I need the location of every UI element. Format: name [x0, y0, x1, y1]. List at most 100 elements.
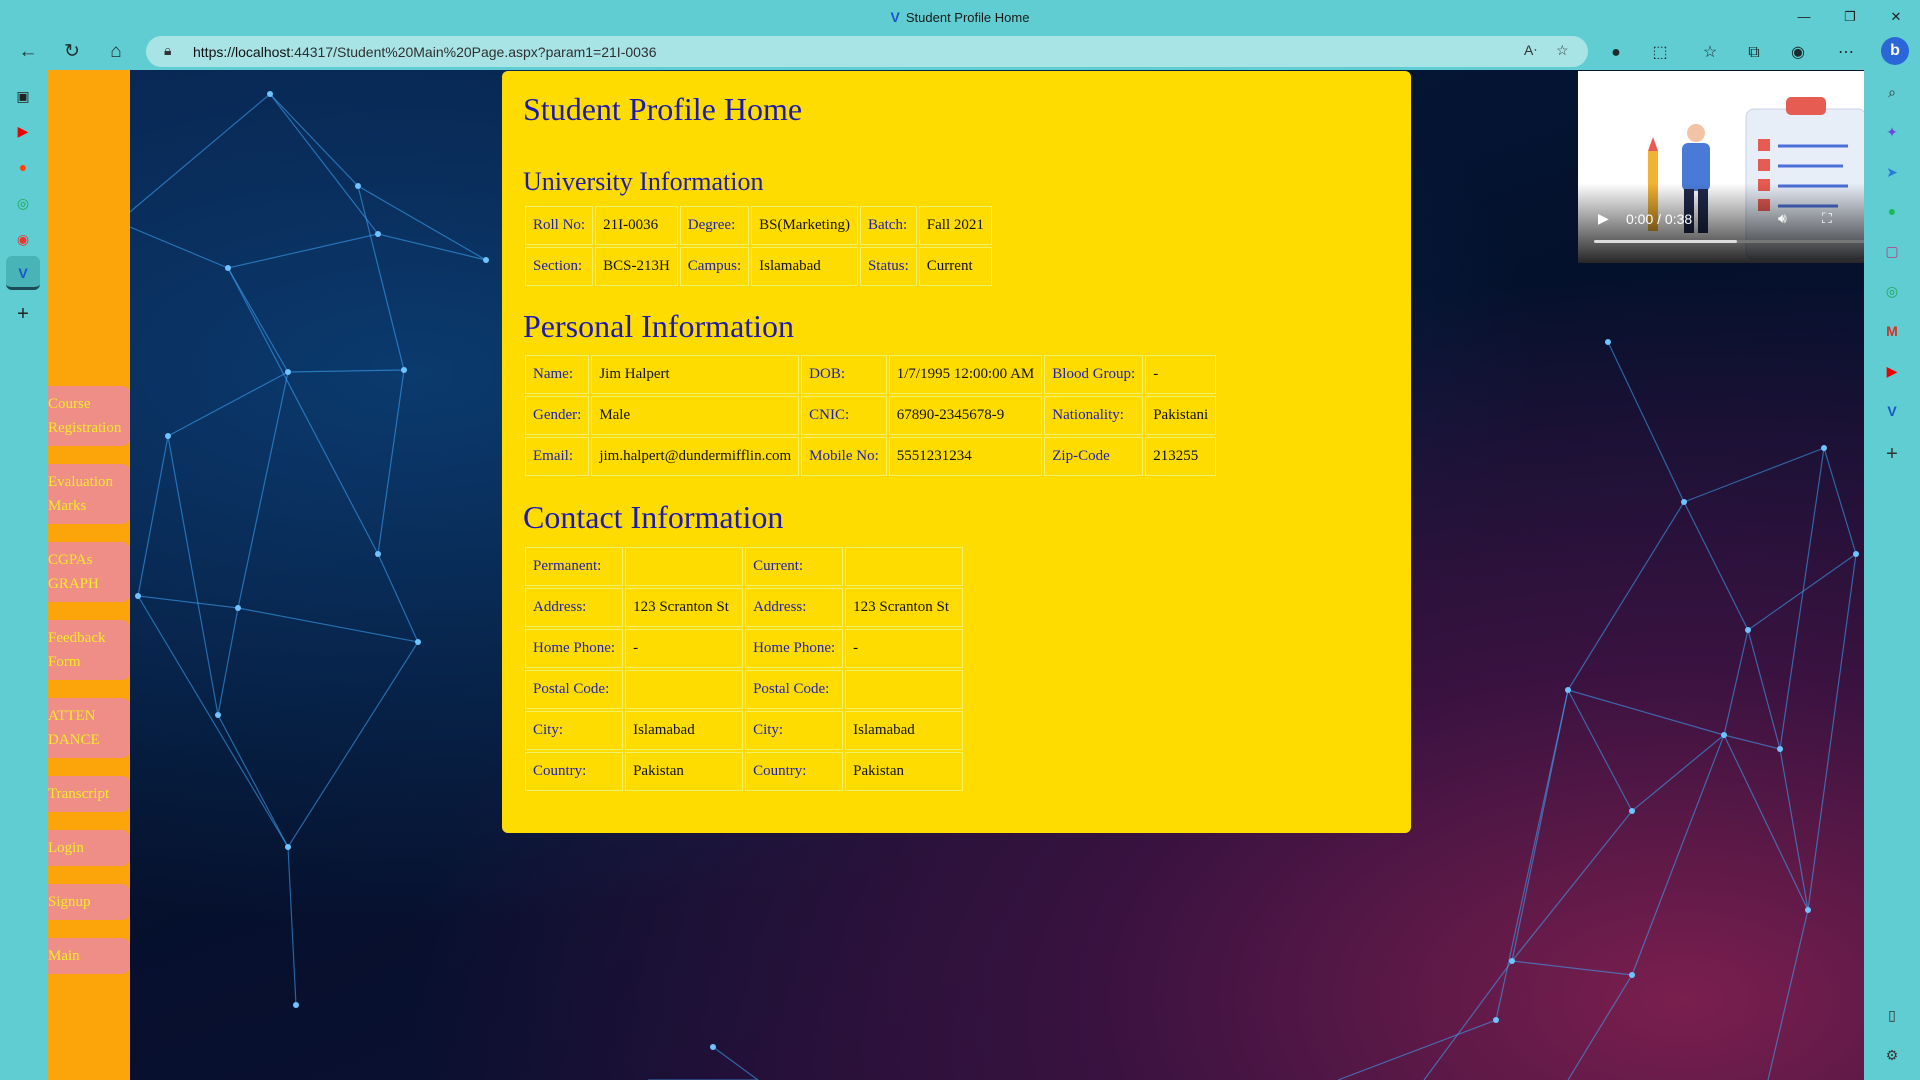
gmail-icon[interactable]: M: [1881, 320, 1903, 342]
browser-toolbar: ← ↻ ⌂ 🔒︎ https://localhost:44317/Student…: [0, 34, 1920, 70]
video-progress-bar[interactable]: [1594, 240, 1864, 243]
refresh-button[interactable]: ↻: [56, 37, 88, 67]
add-sidebar-icon[interactable]: +: [1881, 443, 1903, 465]
batch-label: Batch:: [859, 206, 917, 245]
gender-label: Gender:: [525, 396, 590, 435]
table-row: Permanent: Current:: [525, 547, 964, 586]
collections-icon[interactable]: ⧉: [1742, 42, 1766, 64]
zip-code-value: 213255: [1145, 437, 1217, 476]
whatsapp-icon[interactable]: ◎: [12, 192, 34, 214]
nav-main[interactable]: Main: [48, 938, 130, 974]
table-row: City: Islamabad City: Islamabad: [525, 711, 964, 750]
campus-value: Islamabad: [751, 247, 858, 286]
current-label: Current:: [745, 547, 844, 586]
degree-value: BS(Marketing): [751, 206, 858, 245]
nav-evaluation-marks[interactable]: Evaluation Marks: [48, 464, 130, 524]
whatsapp-sidebar-icon[interactable]: ◎: [1881, 280, 1903, 302]
contact-table: Permanent: Current: Address: 123 Scranto…: [523, 545, 965, 793]
cur-country-label: Country:: [745, 752, 844, 791]
nav-login[interactable]: Login: [48, 830, 130, 866]
hide-sidebar-icon[interactable]: ▯: [1881, 1004, 1903, 1026]
close-button[interactable]: ✕: [1876, 6, 1916, 28]
search-icon[interactable]: ⌕: [1881, 81, 1903, 103]
youtube-icon[interactable]: ▶: [12, 120, 34, 142]
cnic-label: CNIC:: [801, 396, 887, 435]
video-time: 0:00 / 0:38: [1626, 211, 1693, 227]
email-label: Email:: [525, 437, 590, 476]
table-row: Home Phone: - Home Phone: -: [525, 629, 964, 668]
nav-signup[interactable]: Signup: [48, 884, 130, 920]
extension-icon[interactable]: ●: [1604, 42, 1628, 64]
extensions-puzzle-icon[interactable]: ⬚: [1648, 42, 1672, 64]
play-icon[interactable]: ▶: [1598, 210, 1609, 227]
cur-home-phone-label: Home Phone:: [745, 629, 844, 668]
spotify-icon[interactable]: ●: [1881, 200, 1903, 222]
page-viewport: Course Registration Evaluation Marks CGP…: [48, 70, 1864, 1080]
profile-card: Student Profile Home University Informat…: [502, 71, 1411, 833]
reddit-icon[interactable]: ●: [12, 156, 34, 178]
cur-country-value: Pakistan: [845, 752, 964, 791]
perm-city-label: City:: [525, 711, 624, 750]
table-row: Postal Code: Postal Code:: [525, 670, 964, 709]
more-menu-icon[interactable]: ⋯: [1834, 42, 1858, 64]
perm-postal-label: Postal Code:: [525, 670, 624, 709]
settings-gear-icon[interactable]: ⚙: [1881, 1044, 1903, 1066]
perm-home-phone-label: Home Phone:: [525, 629, 624, 668]
volume-icon[interactable]: 🔊︎: [1778, 210, 1787, 227]
nav-feedback-form[interactable]: Feedback Form: [48, 620, 130, 680]
youtube-sidebar-icon[interactable]: ▶: [1881, 360, 1903, 382]
perm-country-label: Country:: [525, 752, 624, 791]
add-favorite-icon[interactable]: ☆: [1556, 42, 1569, 59]
university-heading: University Information: [523, 167, 764, 196]
profile-avatar-icon[interactable]: ◉: [1786, 42, 1810, 64]
cur-address-value: 123 Scranton St: [845, 588, 964, 627]
home-button[interactable]: ⌂: [100, 37, 132, 67]
nav-attendance[interactable]: ATTEN DANCE: [48, 698, 130, 758]
nav-course-registration[interactable]: Course Registration: [48, 386, 130, 446]
favorites-icon[interactable]: ☆: [1698, 42, 1722, 64]
blood-group-label: Blood Group:: [1044, 355, 1144, 394]
nav-cgpas-graph[interactable]: CGPAs GRAPH: [48, 542, 130, 602]
permanent-label: Permanent:: [525, 547, 624, 586]
cur-city-value: Islamabad: [845, 711, 964, 750]
url-text[interactable]: https://localhost:44317/Student%20Main%2…: [193, 44, 657, 60]
side-navigation: Course Registration Evaluation Marks CGP…: [48, 70, 130, 1080]
nationality-value: Pakistani: [1145, 396, 1217, 435]
record-icon[interactable]: ◉: [12, 228, 34, 250]
back-button[interactable]: ←: [12, 37, 44, 67]
active-site-icon[interactable]: V: [12, 262, 34, 284]
read-aloud-icon[interactable]: Aᐧ: [1524, 42, 1537, 59]
window-title: V Student Profile Home: [890, 9, 1030, 25]
cur-postal-value: [845, 670, 964, 709]
university-table: Roll No: 21I-0036 Degree: BS(Marketing) …: [523, 204, 994, 288]
cnic-value: 67890-2345678-9: [888, 396, 1043, 435]
personal-table: Name: Jim Halpert DOB: 1/7/1995 12:00:00…: [523, 353, 1218, 478]
restore-button[interactable]: ❐: [1830, 6, 1870, 28]
add-tab-icon[interactable]: +: [12, 303, 34, 325]
instagram-icon[interactable]: ▢: [1881, 240, 1903, 262]
perm-country-value: Pakistan: [625, 752, 744, 791]
mobile-value: 5551231234: [888, 437, 1043, 476]
cur-address-label: Address:: [745, 588, 844, 627]
permanent-value: [625, 547, 744, 586]
telegram-icon[interactable]: ➤: [1881, 161, 1903, 183]
copilot-icon[interactable]: b: [1881, 37, 1909, 65]
tabs-icon[interactable]: ▣: [12, 85, 34, 107]
app-logo-icon: V: [890, 9, 900, 25]
address-bar[interactable]: 🔒︎ https://localhost:44317/Student%20Mai…: [146, 36, 1588, 67]
nav-transcript[interactable]: Transcript: [48, 776, 130, 812]
perm-address-value: 123 Scranton St: [625, 588, 744, 627]
current-value: [845, 547, 964, 586]
site-sidebar-icon[interactable]: V: [1881, 400, 1903, 422]
zip-code-label: Zip-Code: [1044, 437, 1144, 476]
cur-postal-label: Postal Code:: [745, 670, 844, 709]
copilot-sidebar-icon[interactable]: ✦: [1881, 121, 1903, 143]
minimize-button[interactable]: —: [1784, 6, 1824, 28]
video-player[interactable]: ▶ 0:00 / 0:38 🔊︎ ⛶ ⋮: [1578, 71, 1864, 263]
table-row: Address: 123 Scranton St Address: 123 Sc…: [525, 588, 964, 627]
gender-value: Male: [591, 396, 800, 435]
fullscreen-icon[interactable]: ⛶: [1822, 210, 1832, 227]
batch-value: Fall 2021: [918, 206, 992, 245]
perm-postal-value: [625, 670, 744, 709]
browser-left-sidebar: ▣ ▶ ● ◎ ◉ V +: [0, 70, 48, 1080]
